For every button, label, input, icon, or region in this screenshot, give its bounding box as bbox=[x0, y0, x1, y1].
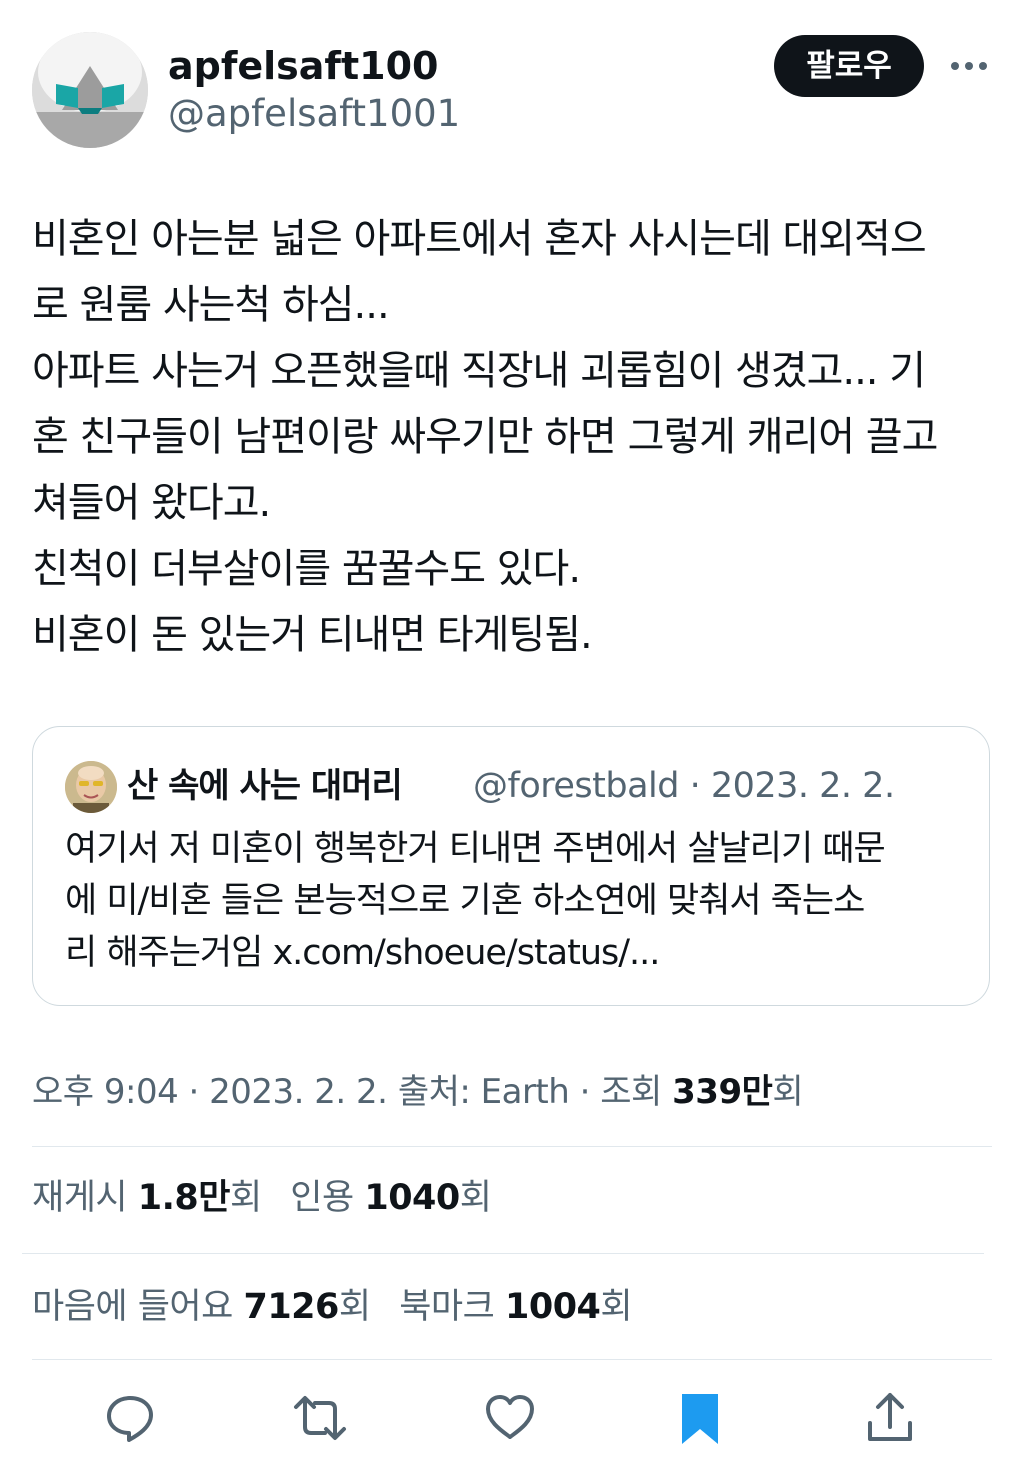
tweet-text-line: 쳐들어 왔다고. bbox=[32, 480, 271, 526]
tweet-text-line: 비혼인 아는분 넓은 아파트에서 혼자 사시는데 대외적으 bbox=[32, 216, 927, 262]
author-handle[interactable]: @apfelsaft1001 bbox=[168, 90, 460, 138]
bookmarks-stat[interactable]: 북마크 1004회 bbox=[399, 1281, 632, 1333]
retweet-icon[interactable] bbox=[292, 1390, 348, 1446]
quoted-author-display-name[interactable]: 산 속에 사는 대머리 bbox=[127, 759, 403, 813]
views-label: 조회 bbox=[600, 1072, 662, 1112]
tweet-text: 비혼인 아는분 넓은 아파트에서 혼자 사시는데 대외적으 로 원룸 사는척 하… bbox=[32, 206, 996, 668]
retweets-count: 1.8만 bbox=[137, 1178, 231, 1218]
tweet-text-line: 로 원룸 사는척 하심... bbox=[32, 282, 390, 328]
quoted-author-avatar[interactable] bbox=[65, 761, 117, 813]
quoted-tweet-text: 여기서 저 미혼이 행복한거 티내면 주변에서 살날리기 때문 에 미/비혼 들… bbox=[65, 823, 965, 979]
quoted-tweet-card[interactable]: 산 속에 사는 대머리 @forestbald · 2023. 2. 2. 여기… bbox=[32, 726, 990, 1006]
tweet-text-line: 친척이 더부살이를 꿈꿀수도 있다. bbox=[32, 546, 581, 592]
stats-row-reposts: 재게시 1.8만회 인용 1040회 bbox=[32, 1172, 509, 1224]
reply-icon[interactable] bbox=[102, 1390, 158, 1446]
views-count: 339만 bbox=[672, 1072, 773, 1112]
divider bbox=[22, 1253, 984, 1254]
divider bbox=[32, 1146, 992, 1147]
quoted-tweet-text-line: 여기서 저 미혼이 행복한거 티내면 주변에서 살날리기 때문 bbox=[65, 829, 886, 869]
likes-label: 마음에 들어요 bbox=[32, 1287, 233, 1327]
quoted-tweet-text-line: 에 미/비혼 들은 본능적으로 기혼 하소연에 맞춰서 죽는소 bbox=[65, 881, 865, 921]
bookmarks-count: 1004 bbox=[504, 1287, 601, 1327]
likes-count: 7126 bbox=[243, 1287, 339, 1327]
quoted-author-handle-date[interactable]: @forestbald · 2023. 2. 2. bbox=[473, 759, 895, 813]
bookmark-icon[interactable] bbox=[672, 1390, 728, 1446]
quotes-suffix: 회 bbox=[459, 1178, 492, 1218]
tweet-action-bar bbox=[32, 1390, 992, 1446]
likes-suffix: 회 bbox=[338, 1287, 371, 1327]
likes-stat[interactable]: 마음에 들어요 7126회 bbox=[32, 1281, 371, 1333]
retweets-stat[interactable]: 재게시 1.8만회 bbox=[32, 1172, 262, 1224]
tweet-date[interactable]: 2023. 2. 2. bbox=[209, 1072, 388, 1112]
tweet-text-line: 혼 친구들이 남편이랑 싸우기만 하면 그렇게 캐리어 끌고 bbox=[32, 414, 938, 460]
quoted-tweet-text-line: 리 해주는거임 x.com/shoeue/status/... bbox=[65, 933, 660, 973]
bookmarks-label: 북마크 bbox=[399, 1287, 495, 1327]
retweets-suffix: 회 bbox=[229, 1178, 262, 1218]
follow-button[interactable]: 팔로우 bbox=[774, 35, 924, 97]
tweet-text-line: 아파트 사는거 오픈했을때 직장내 괴롭힘이 생겼고... 기 bbox=[32, 348, 926, 394]
stats-row-likes: 마음에 들어요 7126회 북마크 1004회 bbox=[32, 1281, 650, 1333]
quotes-stat[interactable]: 인용 1040회 bbox=[290, 1172, 492, 1224]
heart-icon[interactable] bbox=[482, 1390, 538, 1446]
author-display-name[interactable]: apfelsaft100 bbox=[168, 42, 438, 90]
more-dots-icon[interactable] bbox=[945, 42, 993, 90]
tweet-text-line: 비혼이 돈 있는거 티내면 타게팅됨. bbox=[32, 612, 593, 658]
retweets-label: 재게시 bbox=[32, 1178, 128, 1218]
views-suffix: 회 bbox=[772, 1072, 804, 1112]
divider bbox=[32, 1359, 992, 1360]
quotes-count: 1040 bbox=[364, 1178, 460, 1218]
tweet-header: apfelsaft100 @apfelsaft1001 팔로우 bbox=[32, 32, 992, 148]
tweet-metadata: 오후 9:04 · 2023. 2. 2. 출처: Earth · 조회 339… bbox=[32, 1072, 804, 1112]
tweet-source: 출처: Earth bbox=[397, 1072, 570, 1112]
quotes-label: 인용 bbox=[290, 1178, 354, 1218]
author-avatar[interactable] bbox=[32, 32, 148, 148]
tweet-time[interactable]: 오후 9:04 bbox=[32, 1072, 179, 1112]
bookmarks-suffix: 회 bbox=[600, 1287, 633, 1327]
share-icon[interactable] bbox=[862, 1390, 918, 1446]
